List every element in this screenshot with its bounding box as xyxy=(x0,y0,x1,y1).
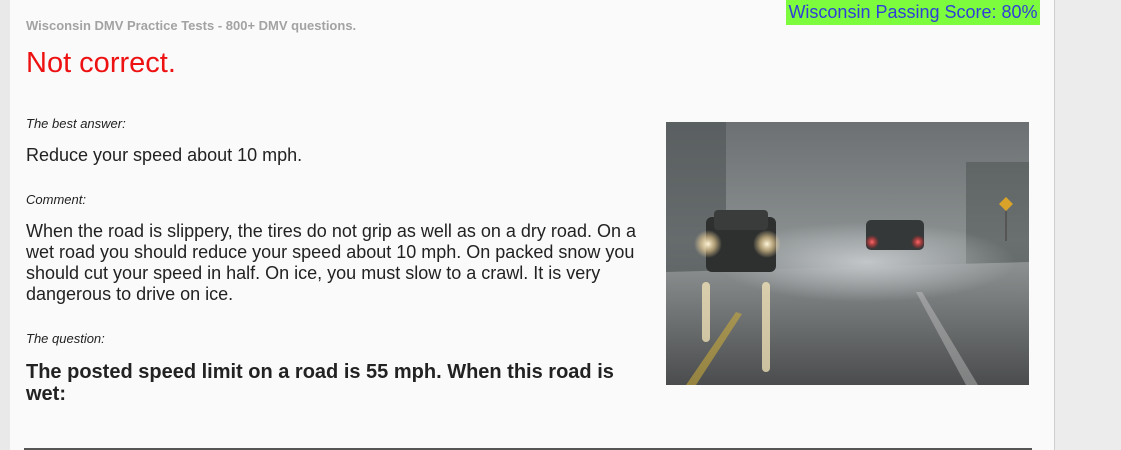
passing-score-badge: Wisconsin Passing Score: 80% xyxy=(786,0,1040,25)
result-heading: Not correct. xyxy=(26,47,176,79)
question-text: The posted speed limit on a road is 55 m… xyxy=(26,361,614,405)
wet-road-photo xyxy=(666,122,1029,385)
question-label: The question: xyxy=(26,331,105,346)
best-answer-text: Reduce your speed about 10 mph. xyxy=(26,145,303,165)
comment-text: When the road is slippery, the tires do … xyxy=(26,221,636,304)
site-title: Wisconsin DMV Practice Tests - 800+ DMV … xyxy=(26,18,357,33)
scrollbar[interactable] xyxy=(1055,0,1121,450)
best-answer-label: The best answer: xyxy=(26,116,126,131)
comment-label: Comment: xyxy=(26,192,86,207)
content-page: Wisconsin DMV Practice Tests - 800+ DMV … xyxy=(10,0,1055,450)
